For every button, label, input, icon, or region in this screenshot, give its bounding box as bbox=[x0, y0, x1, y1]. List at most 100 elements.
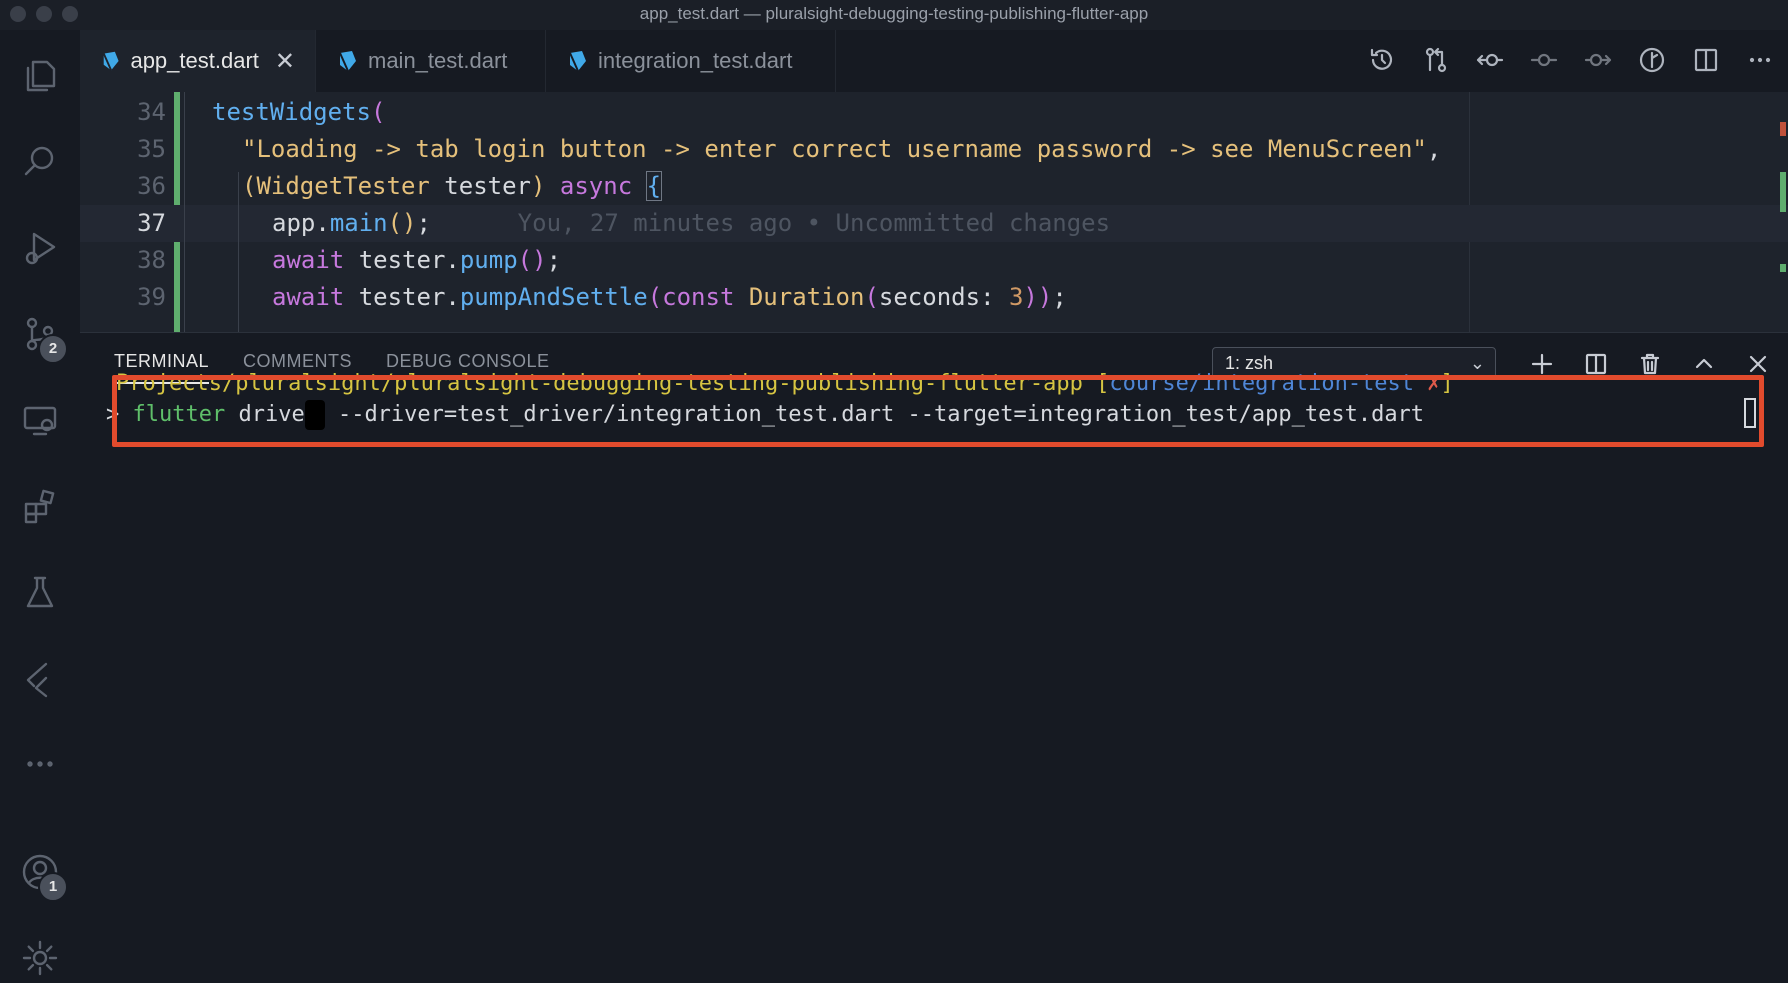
window-title: app_test.dart — pluralsight-debugging-te… bbox=[639, 4, 1149, 23]
code-token: () bbox=[387, 209, 417, 237]
code-token: pumpAndSettle bbox=[459, 283, 648, 311]
code-token: { bbox=[645, 171, 663, 201]
git-blame-annotation: You, 27 minutes ago • Uncommitted change… bbox=[430, 209, 1111, 237]
more-actions-icon[interactable] bbox=[1742, 42, 1778, 78]
code-token: ) bbox=[531, 172, 546, 200]
settings-gear-icon[interactable] bbox=[16, 934, 64, 982]
accounts-badge: 1 bbox=[38, 872, 68, 902]
code-text: testWidgets( bbox=[212, 94, 385, 131]
previous-change-icon[interactable] bbox=[1472, 42, 1508, 78]
code-editor[interactable]: 34 testWidgets(35 "Loading -> tab login bu… bbox=[80, 92, 1788, 332]
code-token: WidgetTester bbox=[256, 172, 430, 200]
flutter-icon[interactable] bbox=[16, 654, 64, 702]
code-token: )) bbox=[1023, 283, 1053, 311]
maximize-window-button[interactable] bbox=[62, 6, 78, 22]
run-debug-icon[interactable] bbox=[16, 224, 64, 272]
code-token: . bbox=[445, 246, 460, 274]
line-number: 38 bbox=[137, 246, 166, 274]
dart-file-icon bbox=[339, 51, 356, 72]
explorer-icon[interactable] bbox=[16, 52, 64, 100]
overview-error-mark bbox=[1780, 122, 1786, 136]
line-number: 37 bbox=[137, 209, 166, 237]
code-token: ( bbox=[647, 283, 663, 311]
code-text: (WidgetTester tester) async { bbox=[242, 168, 663, 205]
code-token: await bbox=[272, 246, 359, 274]
tab-main-test[interactable]: main_test.dart bbox=[316, 30, 546, 92]
code-token: ; bbox=[416, 209, 431, 237]
close-tab-icon[interactable]: ✕ bbox=[275, 47, 295, 76]
code-token: ( bbox=[864, 283, 879, 311]
next-change-icon[interactable] bbox=[1580, 42, 1616, 78]
code-token: tester bbox=[358, 246, 446, 274]
code-token: , bbox=[1426, 135, 1442, 163]
code-token: const bbox=[662, 283, 749, 311]
line-number: 39 bbox=[137, 283, 166, 311]
code-token: tester bbox=[429, 172, 531, 200]
code-line[interactable]: 39 await tester.pumpAndSettle(const Durat… bbox=[80, 279, 1788, 316]
code-line[interactable]: 35 "Loading -> tab login button -> enter … bbox=[80, 131, 1788, 168]
code-token: tester bbox=[358, 283, 446, 311]
remote-explorer-icon[interactable] bbox=[16, 396, 64, 444]
code-token: 3 bbox=[1008, 283, 1024, 311]
line-number: 34 bbox=[137, 98, 166, 126]
tab-label: main_test.dart bbox=[368, 48, 508, 73]
dart-file-icon bbox=[569, 51, 586, 72]
search-icon[interactable] bbox=[16, 138, 64, 186]
close-window-button[interactable] bbox=[10, 6, 26, 22]
git-lens-icon[interactable] bbox=[1634, 42, 1670, 78]
code-token: ; bbox=[546, 246, 562, 274]
code-token: pump bbox=[459, 246, 518, 274]
code-token: : bbox=[980, 283, 1009, 311]
code-token: main bbox=[329, 209, 388, 237]
code-token: ( bbox=[370, 98, 386, 126]
window-controls[interactable] bbox=[10, 6, 78, 22]
editor-tab-bar: app_test.dart ✕ main_test.dart integrati… bbox=[80, 30, 1788, 93]
code-token: Duration bbox=[748, 283, 865, 311]
code-token: seconds bbox=[878, 283, 981, 311]
code-text: "Loading -> tab login button -> enter co… bbox=[242, 131, 1441, 168]
code-text: await tester.pumpAndSettle(const Duratio… bbox=[272, 279, 1067, 316]
code-token: ( bbox=[242, 172, 257, 200]
dart-file-icon bbox=[102, 51, 119, 71]
tab-integration-test[interactable]: integration_test.dart bbox=[546, 30, 836, 92]
code-token: . bbox=[445, 283, 460, 311]
code-text: app.main(); You, 27 minutes ago • Uncomm… bbox=[272, 205, 1110, 242]
code-token: await bbox=[272, 283, 359, 311]
title-bar: app_test.dart — pluralsight-debugging-te… bbox=[0, 0, 1788, 30]
split-editor-icon[interactable] bbox=[1688, 42, 1724, 78]
bottom-panel: TERMINAL COMMENTS DEBUG CONSOLE 1: zsh ⌄… bbox=[80, 332, 1788, 983]
code-token: "Loading -> tab login button -> enter co… bbox=[242, 135, 1427, 163]
commit-icon[interactable] bbox=[1526, 42, 1562, 78]
tab-app-test[interactable]: app_test.dart ✕ bbox=[80, 30, 316, 92]
highlight-box bbox=[112, 375, 1764, 447]
code-token: . bbox=[315, 209, 330, 237]
code-line[interactable]: 34 testWidgets( bbox=[80, 94, 1788, 131]
extensions-icon[interactable] bbox=[16, 482, 64, 530]
line-number: 36 bbox=[137, 172, 166, 200]
source-control-icon[interactable]: 2 bbox=[16, 310, 68, 364]
code-line[interactable]: 36 (WidgetTester tester) async { bbox=[80, 168, 1788, 205]
compare-changes-icon[interactable] bbox=[1418, 42, 1454, 78]
code-line[interactable]: 38 await tester.pump(); bbox=[80, 242, 1788, 279]
testing-flask-icon[interactable] bbox=[16, 568, 64, 616]
overview-added-mark bbox=[1780, 264, 1786, 272]
code-line[interactable]: 37 app.main(); You, 27 minutes ago • Unco… bbox=[80, 205, 1788, 242]
scm-badge: 2 bbox=[38, 334, 68, 364]
accounts-icon[interactable]: 1 bbox=[16, 848, 68, 902]
minimize-window-button[interactable] bbox=[36, 6, 52, 22]
code-token: () bbox=[517, 246, 547, 274]
tab-label: app_test.dart bbox=[130, 48, 259, 73]
indent-guide bbox=[184, 92, 185, 332]
code-token: async bbox=[545, 172, 647, 200]
code-token: ; bbox=[1052, 283, 1067, 311]
line-number: 35 bbox=[137, 135, 166, 163]
editor-actions bbox=[1364, 42, 1778, 78]
code-token: testWidgets bbox=[212, 98, 371, 126]
more-icon[interactable] bbox=[16, 740, 64, 788]
code-text: await tester.pump(); bbox=[272, 242, 561, 279]
timeline-history-icon[interactable] bbox=[1364, 42, 1400, 78]
code-token: app bbox=[272, 209, 316, 237]
activity-bar: 2 1 bbox=[0, 30, 80, 982]
terminal-scroll-indicator[interactable] bbox=[1744, 398, 1756, 428]
overview-added-mark bbox=[1780, 172, 1786, 212]
